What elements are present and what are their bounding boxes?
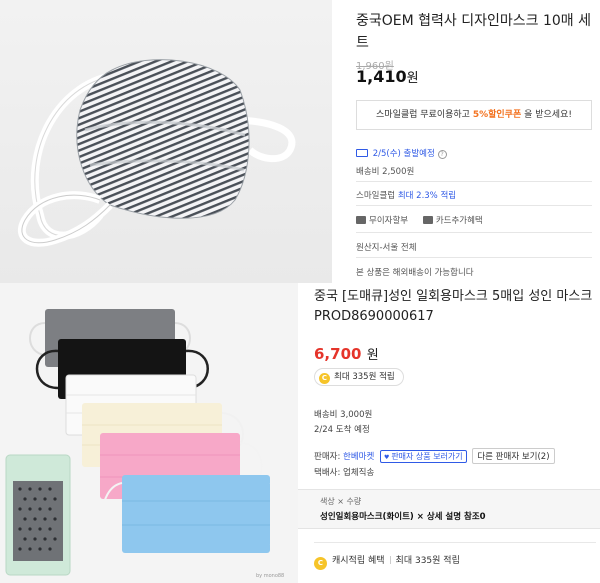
courier-info: 택배사: 업체직송 [314,468,375,478]
cash-reward-value: 최대 335원 적립 [395,556,460,566]
shipping-fee: 배송비 3,000원 [314,410,373,420]
price-unit: 원 [366,348,379,363]
seller-label: 판매자: [314,452,341,462]
coupon-highlight: 5%할인쿠폰 [472,110,522,120]
smileclub-points-row: 스마일클럽 최대 2.3% 적립 [356,189,456,201]
cash-reward-row: C 캐시적립 혜택 최대 335원 적립 [314,553,460,570]
shipping-fee: 배송비 2,500원 [356,167,415,177]
seller-row: 판매자: 한베마켓 ♥ 판매자 상품 보러가기 다른 판매자 보기(2) [314,448,555,464]
price-unit: 원 [406,71,419,86]
shipping-date: 2/5(수) 출발예정 [372,149,435,159]
coin-icon: C [314,557,327,570]
divider [389,556,391,564]
option-value: 성인일회용마스크(화이트) × 상세 설명 참조0 [320,512,486,522]
coupon-text-pre: 스마일클럽 무료이용하고 [376,110,473,120]
coupon-text-post: 을 받으세요! [521,110,572,120]
top-product-info: 중국OEM 협력사 디자인마스크 10매 세트 1,960원 1,410원 스마… [340,0,600,283]
divider [356,205,592,206]
arrival-date: 2/24 도착 예정 [314,425,370,435]
divider [356,181,592,182]
card-benefit-label: 카드추가혜택 [435,216,483,226]
seller-products-button[interactable]: ♥ 판매자 상품 보러가기 [380,450,467,463]
truck-icon [356,149,368,157]
coin-icon: C [319,373,330,384]
benefits-row: 무이자할부 카드추가혜택 [356,214,483,226]
selected-option-box[interactable]: 색상 × 수량 성인일회용마스크(화이트) × 상세 설명 참조0 [298,489,600,529]
card-icon [356,216,366,224]
product-title: 중국OEM 협력사 디자인마스크 10매 세트 [356,13,591,51]
option-header: 색상 × 수량 [320,497,362,506]
sale-price: 6,700 원 [314,344,379,363]
divider [356,232,592,233]
image-watermark: by mono88 [256,573,285,579]
smileclub-coupon-banner[interactable]: 스마일클럽 무료이용하고 5%할인쿠폰 을 받으세요! [356,100,592,130]
smileclub-points-value: 최대 2.3% 적립 [397,191,457,201]
sale-price: 1,410원 [356,67,419,86]
points-text: 최대 335원 적립 [334,372,395,382]
card-icon [422,216,433,224]
info-icon[interactable]: ? [437,150,447,159]
colored-masks-illustration [5,309,291,576]
top-product-panel: 중국OEM 협력사 디자인마스크 10매 세트 1,960원 1,410원 스마… [0,0,600,283]
colored-masks-image: by mono88 [0,283,298,583]
product-title: 중국 [도매큐]성인 일회용마스크 5매입 성인 마스크 PROD8690000… [314,289,593,324]
shipping-date-row: 2/5(수) 출발예정 ? [356,147,447,159]
striped-mask-illustration [17,59,296,247]
installment-label: 무이자할부 [369,216,409,226]
divider [314,542,596,543]
installment-benefit[interactable]: 무이자할부 [356,216,408,226]
cash-reward-label: 캐시적립 혜택 [332,556,385,566]
points-badge: C 최대 335원 적립 [314,368,404,386]
seller-name-link[interactable]: 한베마켓 [343,452,374,462]
bottom-product-panel: by mono88 중국 [도매큐]성인 일회용마스크 5매입 성인 마스크 P… [0,283,600,583]
overseas-shipping-notice: 본 상품은 해외배송이 가능합니다 [356,268,474,278]
card-benefit[interactable]: 카드추가혜택 [422,216,483,226]
smileclub-label: 스마일클럽 [356,191,398,201]
sale-price-value: 1,410 [356,67,407,86]
seller-products-label: 판매자 상품 보러가기 [391,452,463,461]
sale-price-value: 6,700 [314,345,362,363]
divider [356,257,592,258]
other-sellers-button[interactable]: 다른 판매자 보기(2) [472,448,555,464]
origin-info: 원산지-서울 전체 [356,243,417,253]
striped-mask-image [0,0,332,283]
bottom-product-info: 중국 [도매큐]성인 일회용마스크 5매입 성인 마스크 PROD8690000… [298,283,600,583]
